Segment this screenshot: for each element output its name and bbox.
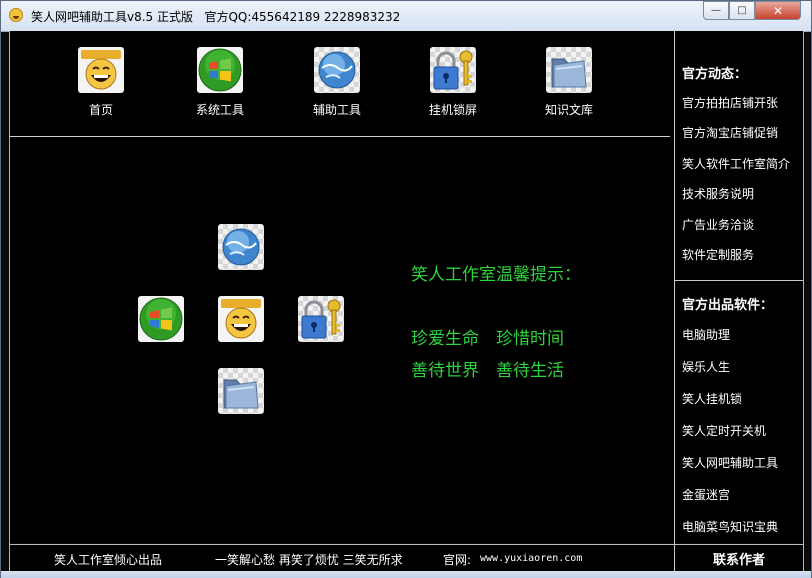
tool-home-label: 首页: [88, 103, 113, 117]
tool-assist-label: 辅助工具: [312, 103, 361, 117]
tool-system-label: 系统工具: [195, 103, 244, 117]
padlock-key-icon[interactable]: [298, 296, 344, 342]
tool-home[interactable]: 首页: [56, 47, 146, 118]
sidebar: 官方动态： 官方拍拍店铺开张 官方淘宝店铺促销 笑人软件工作室简介 技术服务说明…: [675, 31, 803, 543]
windows-logo-icon: [197, 47, 243, 93]
product-item[interactable]: 笑人网吧辅助工具: [682, 454, 778, 471]
tool-assist[interactable]: 辅助工具: [292, 47, 382, 118]
tool-lockscreen[interactable]: 挂机锁屏: [408, 47, 498, 118]
window-bottom-border: [1, 571, 811, 578]
tool-lockscreen-label: 挂机锁屏: [428, 103, 477, 117]
product-item[interactable]: 金蛋迷宫: [682, 486, 730, 503]
product-item[interactable]: 电脑菜鸟知识宝典: [682, 518, 778, 535]
padlock-key-icon: [430, 47, 476, 93]
window-title-name: 笑人网吧辅助工具v8.5 正式版: [31, 10, 194, 24]
window-title: 笑人网吧辅助工具v8.5 正式版 官方QQ:455642189 22289832…: [31, 8, 400, 25]
window-title-qq: 官方QQ:455642189 2228983232: [204, 10, 401, 24]
website-link[interactable]: www.yuxiaoren.com: [480, 553, 582, 564]
product-item[interactable]: 娱乐人生: [682, 358, 730, 375]
tool-knowledge-label: 知识文库: [544, 103, 593, 117]
globe-icon: [314, 47, 360, 93]
sidebar-section-divider: [675, 280, 803, 281]
tip-title: 笑人工作室温馨提示：: [411, 265, 581, 285]
tool-system[interactable]: 系统工具: [175, 47, 265, 118]
tip-line-1: 珍爱生命 珍惜时间: [411, 329, 564, 349]
toolbar-divider: [10, 136, 670, 137]
news-item[interactable]: 技术服务说明: [682, 185, 754, 202]
news-item[interactable]: 软件定制服务: [682, 246, 754, 263]
folder-icon: [546, 47, 592, 93]
maximize-button[interactable]: □: [729, 1, 755, 20]
title-bar[interactable]: 笑人网吧辅助工具v8.5 正式版 官方QQ:455642189 22289832…: [1, 1, 811, 32]
smiley-face-icon: [78, 47, 124, 93]
globe-icon[interactable]: [218, 224, 264, 270]
news-item[interactable]: 广告业务洽谈: [682, 216, 754, 233]
product-item[interactable]: 笑人挂机锁: [682, 390, 742, 407]
folder-icon[interactable]: [218, 368, 264, 414]
status-bar: 笑人工作室倾心出品 一笑解心愁 再笑了烦忧 三笑无所求 官网: www.yuxi…: [10, 544, 674, 572]
news-header: 官方动态：: [682, 67, 748, 82]
windows-logo-icon[interactable]: [138, 296, 184, 342]
slogan-text: 一笑解心愁 再笑了烦忧 三笑无所求: [215, 553, 403, 567]
close-button[interactable]: ✕: [755, 1, 801, 20]
website-label: 官网:: [443, 553, 472, 567]
tool-knowledge[interactable]: 知识文库: [524, 47, 614, 118]
news-item[interactable]: 官方拍拍店铺开张: [682, 94, 778, 111]
minimize-button[interactable]: —: [703, 1, 729, 20]
contact-author-button[interactable]: 联系作者: [675, 544, 803, 572]
news-item[interactable]: 笑人软件工作室简介: [682, 155, 790, 172]
app-smiley-icon: [9, 8, 23, 22]
product-item[interactable]: 电脑助理: [682, 326, 730, 343]
window-controls: — □ ✕: [703, 1, 803, 21]
app-window: 笑人网吧辅助工具v8.5 正式版 官方QQ:455642189 22289832…: [0, 0, 812, 578]
products-header: 官方出品软件：: [682, 298, 774, 313]
product-item[interactable]: 笑人定时开关机: [682, 422, 766, 439]
credit-text: 笑人工作室倾心出品: [54, 553, 163, 567]
smiley-face-icon[interactable]: [218, 296, 264, 342]
tip-line-2: 善待世界 善待生活: [411, 361, 564, 381]
news-item[interactable]: 官方淘宝店铺促销: [682, 124, 778, 141]
frame-right: [803, 31, 804, 571]
